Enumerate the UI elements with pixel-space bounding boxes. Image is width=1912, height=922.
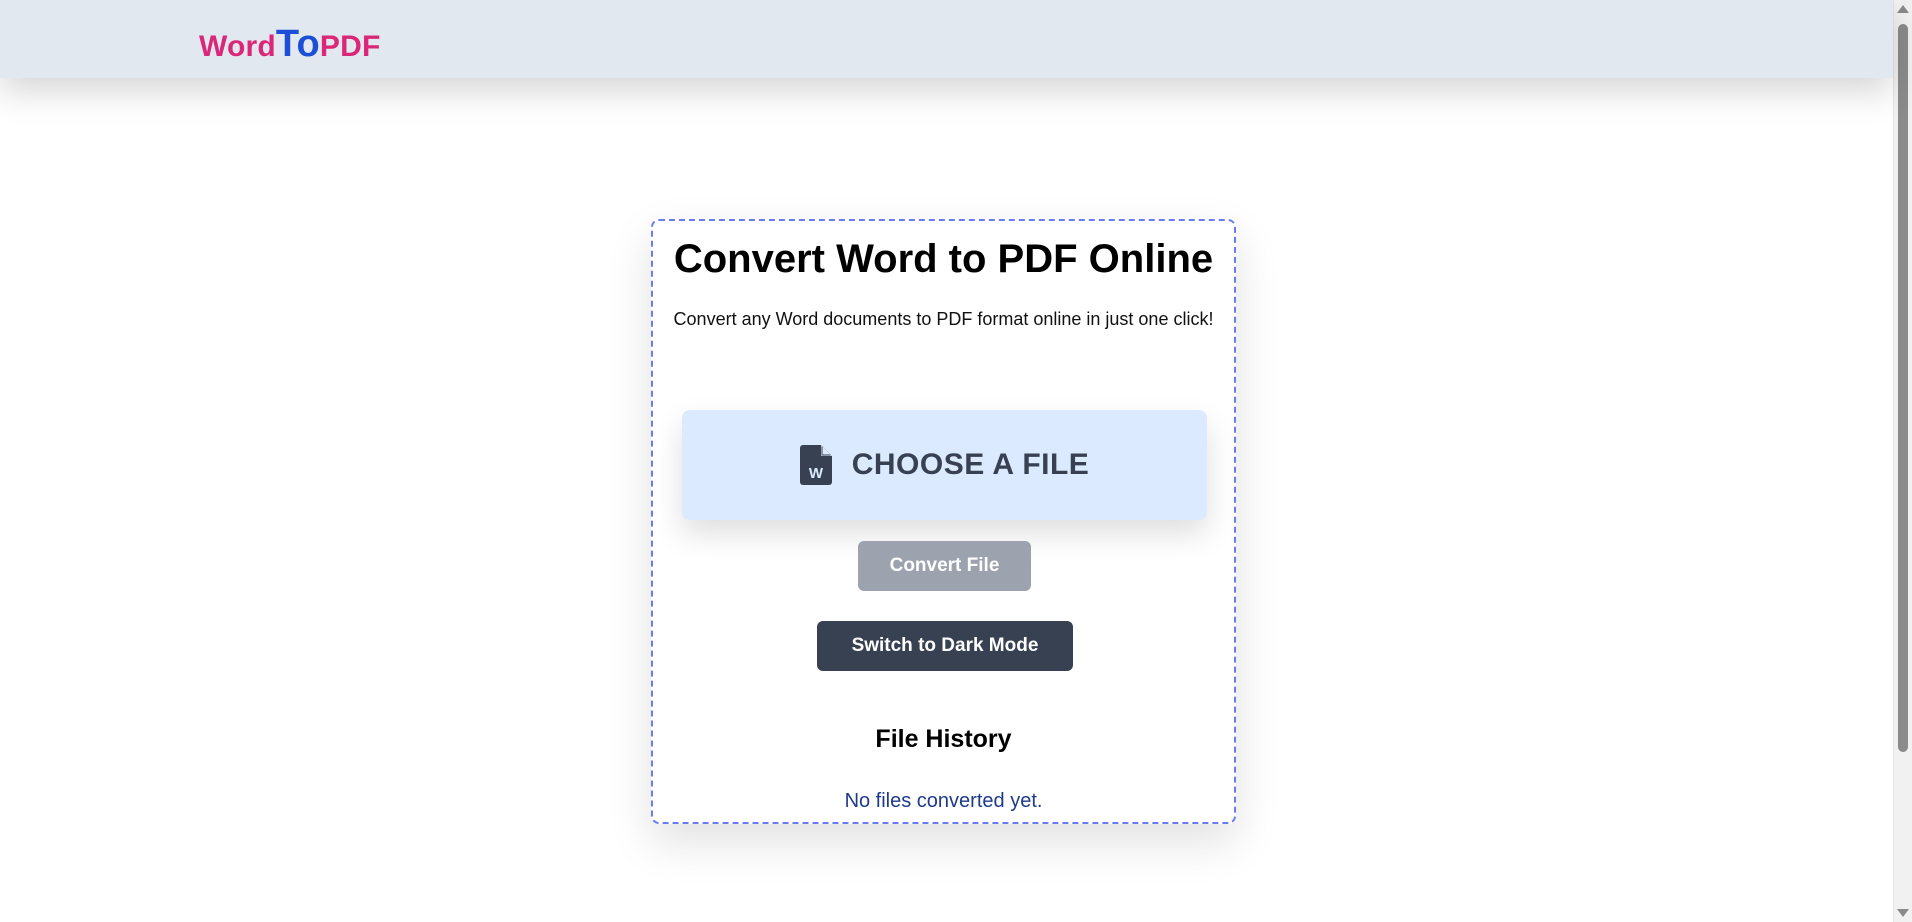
page-title: Convert Word to PDF Online (673, 237, 1214, 281)
choose-file-button[interactable]: W CHOOSE A FILE (682, 410, 1207, 520)
file-history-heading: File History (875, 725, 1012, 753)
navbar: WordToPDF (0, 0, 1893, 78)
logo[interactable]: WordToPDF (199, 24, 381, 67)
dark-mode-toggle-button[interactable]: Switch to Dark Mode (817, 621, 1073, 671)
svg-text:W: W (809, 465, 824, 482)
logo-to: To (275, 23, 320, 65)
scroll-down-arrow-icon[interactable] (1897, 909, 1909, 917)
logo-word: Word (199, 30, 276, 63)
logo-pdf: PDF (319, 30, 381, 63)
convert-file-button[interactable]: Convert File (858, 541, 1031, 591)
converter-card: Convert Word to PDF Online Convert any W… (651, 219, 1236, 824)
page-scrollbar[interactable] (1893, 0, 1912, 922)
scroll-up-arrow-icon[interactable] (1897, 5, 1909, 13)
choose-file-label: CHOOSE A FILE (851, 448, 1090, 481)
scrollbar-thumb[interactable] (1898, 24, 1908, 752)
page-subtitle: Convert any Word documents to PDF format… (673, 309, 1214, 329)
word-file-icon: W (799, 445, 832, 485)
file-history-empty-message: No files converted yet. (844, 790, 1043, 812)
